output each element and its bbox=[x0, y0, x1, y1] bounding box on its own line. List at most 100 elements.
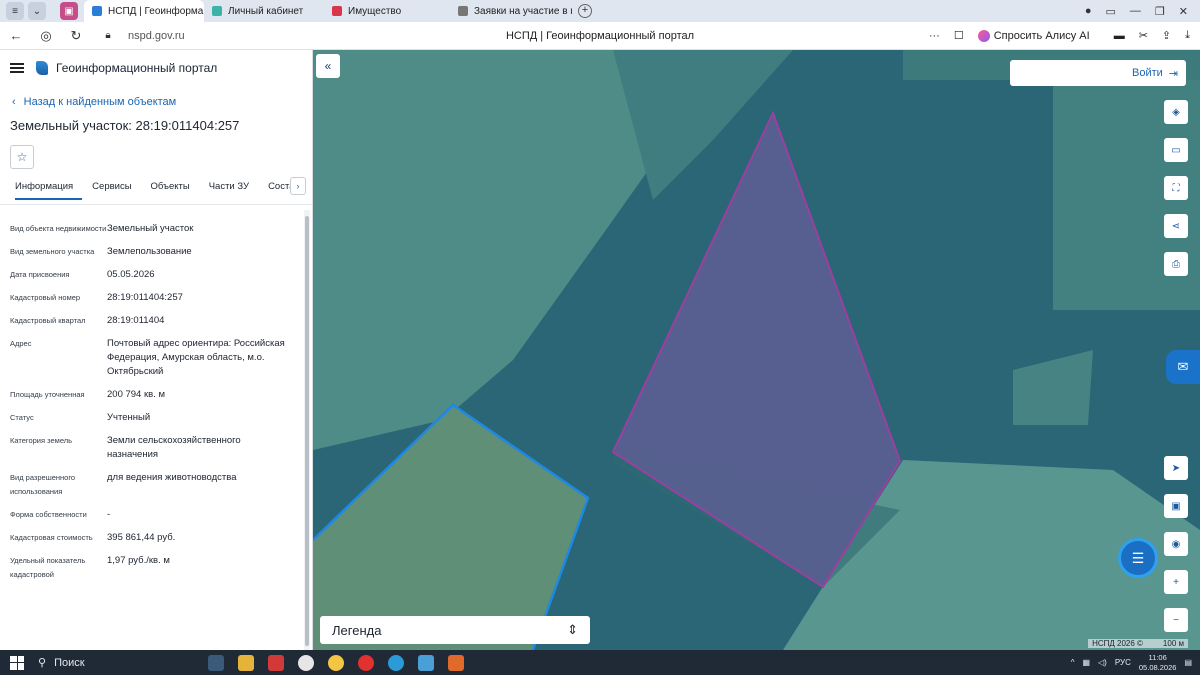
bookmark-icon[interactable]: ☐ bbox=[954, 29, 964, 42]
taskbar-search[interactable]: ⚲ Поиск bbox=[38, 650, 188, 675]
extension-icon[interactable]: ● bbox=[1085, 5, 1092, 17]
geolocation-icon[interactable]: ◉ bbox=[1164, 532, 1188, 556]
tab-information[interactable]: Информация bbox=[15, 181, 83, 200]
favorite-star-icon[interactable]: ☆ bbox=[10, 145, 34, 169]
tab-objects[interactable]: Объекты bbox=[151, 181, 199, 198]
zoom-in-icon[interactable]: + bbox=[1164, 570, 1188, 594]
more-icon[interactable]: ··· bbox=[929, 30, 940, 42]
tab-services[interactable]: Сервисы bbox=[92, 181, 140, 198]
clock[interactable]: 11:06 05.08.2026 bbox=[1139, 653, 1177, 673]
satellite-imagery bbox=[313, 50, 1200, 650]
tab-parcel-parts[interactable]: Части ЗУ bbox=[209, 181, 258, 198]
zoom-out-icon[interactable]: − bbox=[1164, 608, 1188, 632]
print-icon[interactable]: ⎙ bbox=[1164, 252, 1188, 276]
nspd-favicon-icon bbox=[92, 6, 102, 16]
address-bar: ← ◎ ↻ 🔒︎ nspd.gov.ru НСПД | Геоинформаци… bbox=[0, 22, 1200, 50]
language-indicator[interactable]: РУС bbox=[1115, 658, 1131, 667]
lock-icon: 🔒︎ bbox=[105, 30, 111, 41]
app-name: Геоинформационный портал bbox=[56, 61, 218, 75]
ruler-icon[interactable]: ▭ bbox=[1164, 138, 1188, 162]
back-to-results-link[interactable]: ‹ Назад к найденным объектам bbox=[12, 96, 312, 108]
app-icon[interactable] bbox=[268, 654, 284, 671]
property-list: Вид объекта недвижимости Земельный участо… bbox=[0, 222, 300, 591]
url-field[interactable]: nspd.gov.ru bbox=[128, 30, 185, 42]
windows-taskbar: ⚲ Поиск ^ ▦ ◁) РУС 11:06 05.08.2026 ▤ bbox=[0, 650, 1200, 675]
select-area-icon[interactable]: ⛶ bbox=[1164, 176, 1188, 200]
app-icon[interactable] bbox=[298, 654, 314, 671]
notifications-icon[interactable]: ▤ bbox=[1184, 658, 1192, 667]
locate-icon[interactable]: ➤ bbox=[1164, 456, 1188, 480]
volume-icon[interactable]: ◁) bbox=[1098, 658, 1107, 667]
tabs-dropdown-icon[interactable]: ⌄ bbox=[28, 2, 46, 20]
new-tab-icon[interactable]: + bbox=[578, 4, 592, 18]
panel-scrollbar[interactable] bbox=[304, 210, 310, 650]
property-row: Адрес Почтовый адрес ориентира: Российска… bbox=[10, 338, 285, 377]
tab-property[interactable]: Имущество bbox=[324, 0, 450, 22]
search-icon: ⚲ bbox=[38, 657, 47, 669]
map-nav-toolbar: ➤ ▣ ◉ + − bbox=[1164, 456, 1188, 632]
help-chat-icon[interactable]: ☰ bbox=[1118, 538, 1158, 578]
tab-personal-cabinet[interactable]: Личный кабинет bbox=[204, 0, 324, 22]
portal-logo-icon bbox=[36, 61, 48, 75]
back-arrow-icon[interactable]: ← bbox=[4, 28, 28, 43]
info-tabs: Информация Сервисы Объекты Части ЗУ Сост… bbox=[0, 177, 312, 205]
explorer-icon[interactable] bbox=[238, 654, 254, 671]
pinned-tab-icon[interactable]: ▣ bbox=[60, 2, 78, 20]
tab-applications[interactable]: Заявки на участие в про bbox=[450, 0, 572, 22]
yandex-icon[interactable] bbox=[328, 654, 344, 671]
map-view[interactable]: « Войти ⇥ ◈ ▭ ⛶ ⋖ ⎙ ✉ ➤ ▣ ◉ + − ☰ Легенд… bbox=[313, 50, 1200, 650]
chevron-updown-icon: ⇕ bbox=[567, 622, 578, 637]
map-toolbar: ◈ ▭ ⛶ ⋖ ⎙ bbox=[1164, 100, 1188, 276]
windows-start-icon[interactable] bbox=[10, 655, 24, 670]
close-window-icon[interactable]: ✕ bbox=[1179, 5, 1188, 18]
collapse-panel-icon[interactable]: « bbox=[316, 54, 340, 78]
minimap-icon[interactable]: ▣ bbox=[1164, 494, 1188, 518]
task-view-icon[interactable] bbox=[208, 654, 224, 671]
chevron-left-icon: ‹ bbox=[12, 96, 16, 108]
yandex-browser-icon[interactable] bbox=[358, 654, 374, 671]
app-icon[interactable] bbox=[448, 654, 464, 671]
property-row: Статус Учтенный bbox=[10, 412, 151, 423]
property-favicon-icon bbox=[332, 6, 342, 16]
property-row: Удельный показатель кадастровой 1,97 руб.… bbox=[10, 555, 170, 579]
network-icon[interactable]: ▦ bbox=[1082, 658, 1090, 667]
tabs-next-icon[interactable]: › bbox=[290, 177, 306, 195]
property-row: Кадастровая стоимость 395 861,44 руб. bbox=[10, 532, 176, 543]
reload-icon[interactable]: ↻ bbox=[64, 28, 88, 44]
property-row: Категория земель Земли сельскохозяйственн… bbox=[10, 435, 241, 460]
tools-icon[interactable]: ✂ bbox=[1139, 29, 1148, 42]
edge-icon[interactable] bbox=[388, 654, 404, 671]
property-row: Площадь уточненная 200 794 кв. м bbox=[10, 389, 165, 400]
browser-menu-icon[interactable]: ≡ bbox=[6, 2, 24, 20]
document-favicon-icon bbox=[458, 6, 468, 16]
legend-dropdown[interactable]: Легенда ⇕ bbox=[320, 616, 590, 644]
addressbar-actions: ··· ☐ Спросить Алису AI ▬ ✂ ⇪ ⤓ bbox=[929, 29, 1190, 42]
reading-icon[interactable]: ▬ bbox=[1114, 30, 1125, 42]
alice-icon bbox=[977, 29, 990, 42]
scrollbar-thumb[interactable] bbox=[305, 216, 309, 646]
cabinet-favicon-icon bbox=[212, 6, 222, 16]
share-icon[interactable]: ⇪ bbox=[1162, 29, 1171, 42]
panel-header: Геоинформационный портал bbox=[0, 50, 312, 86]
property-row: Вид объекта недвижимости Земельный участо… bbox=[10, 223, 194, 234]
chat-icon[interactable]: ✉ bbox=[1166, 350, 1200, 384]
property-row: Кадастровый номер 28:19:011404:257 bbox=[10, 292, 183, 303]
tab-nspd[interactable]: НСПД | Геоинформаци ✕ bbox=[84, 0, 204, 22]
login-button[interactable]: Войти ⇥ bbox=[1010, 60, 1186, 86]
share-icon[interactable]: ⋖ bbox=[1164, 214, 1188, 238]
protect-icon[interactable]: ◎ bbox=[34, 28, 58, 44]
taskbar-apps bbox=[208, 654, 464, 671]
property-row: Дата присвоения 05.05.2026 bbox=[10, 269, 155, 280]
restore-icon[interactable]: ❐ bbox=[1155, 5, 1165, 18]
system-tray: ^ ▦ ◁) РУС 11:06 05.08.2026 ▤ bbox=[1071, 653, 1192, 673]
window-controls: ● ▭ — ❐ ✕ bbox=[1085, 0, 1200, 22]
scale-label: 100 м bbox=[1162, 639, 1184, 648]
layers-icon[interactable]: ◈ bbox=[1164, 100, 1188, 124]
app-icon[interactable] bbox=[418, 654, 434, 671]
tray-arrow-icon[interactable]: ^ bbox=[1071, 658, 1075, 667]
bookmarks-icon[interactable]: ▭ bbox=[1106, 5, 1116, 18]
minimize-icon[interactable]: — bbox=[1130, 5, 1141, 17]
alice-button[interactable]: Спросить Алису AI bbox=[977, 29, 1090, 42]
menu-icon[interactable] bbox=[10, 63, 24, 73]
download-icon[interactable]: ⤓ bbox=[1185, 29, 1190, 42]
